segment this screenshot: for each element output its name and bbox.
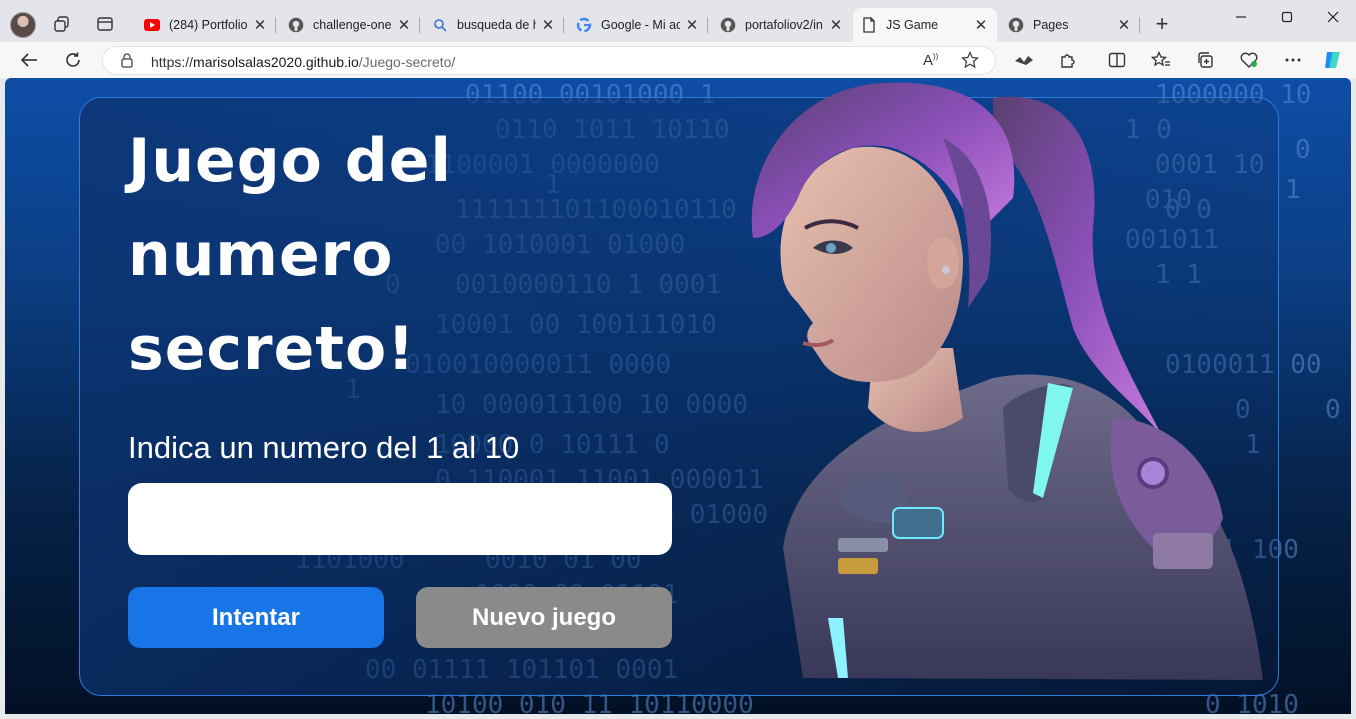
- svg-text:1: 1: [1285, 175, 1301, 205]
- close-tab-icon[interactable]: ✕: [973, 16, 989, 34]
- minimize-icon[interactable]: [1218, 6, 1264, 28]
- github-icon: [720, 17, 736, 33]
- tab-label: Pages: [1033, 18, 1069, 32]
- title-line: secreto!: [128, 314, 416, 384]
- lock-icon[interactable]: [121, 53, 133, 73]
- tab-portafoliov2[interactable]: portafoliov2/in ✕: [712, 8, 852, 42]
- github-icon: [288, 17, 304, 33]
- more-menu-icon[interactable]: [1282, 49, 1304, 71]
- tab-portfolio[interactable]: (284) Portfolio ✕: [136, 8, 276, 42]
- document-icon: [861, 17, 877, 33]
- svg-text:0: 0: [1295, 135, 1311, 165]
- title-line: numero: [128, 220, 394, 290]
- tab-actions-icon[interactable]: [95, 14, 115, 34]
- browser-essentials-icon[interactable]: [1238, 49, 1260, 71]
- extension-bird-icon[interactable]: [1013, 49, 1035, 71]
- close-tab-icon[interactable]: ✕: [540, 16, 556, 34]
- search-icon: [432, 17, 448, 33]
- split-screen-icon[interactable]: [1106, 49, 1128, 71]
- workspaces-icon[interactable]: [52, 14, 72, 34]
- tab-label: (284) Portfolio: [169, 18, 248, 32]
- new-game-button[interactable]: Nuevo juego: [416, 587, 672, 648]
- maximize-icon[interactable]: [1264, 6, 1310, 28]
- read-aloud-icon[interactable]: A)): [923, 52, 938, 69]
- extensions-puzzle-icon[interactable]: [1057, 49, 1079, 71]
- tab-label: Google - Mi ac: [601, 18, 680, 32]
- close-tab-icon[interactable]: ✕: [252, 16, 268, 34]
- svg-text:0: 0: [1325, 395, 1341, 425]
- close-window-icon[interactable]: [1310, 6, 1356, 28]
- tab-label: portafoliov2/in: [745, 18, 823, 32]
- address-bar[interactable]: https://marisolsalas2020.github.io/Juego…: [102, 46, 996, 75]
- copilot-icon[interactable]: [1322, 49, 1344, 71]
- number-input[interactable]: [128, 483, 672, 555]
- page-viewport: 01100 00101000 1 1000000 10 0110 1011 10…: [5, 78, 1351, 714]
- url-text: https://marisolsalas2020.github.io/Juego…: [151, 54, 455, 70]
- tab-google-account[interactable]: Google - Mi ac ✕: [568, 8, 708, 42]
- close-tab-icon[interactable]: ✕: [396, 16, 412, 34]
- new-tab-icon[interactable]: +: [1149, 13, 1175, 35]
- browser-tab-strip: (284) Portfolio ✕ challenge-one- ✕ busqu…: [0, 0, 1356, 42]
- page-title: Juego del numero secreto!: [128, 114, 648, 396]
- tab-label: challenge-one-: [313, 18, 392, 32]
- profile-avatar[interactable]: [10, 12, 36, 38]
- github-icon: [1008, 17, 1024, 33]
- title-line: Juego del: [128, 126, 452, 196]
- url-path: /Juego-secreto/: [358, 54, 456, 70]
- close-tab-icon[interactable]: ✕: [684, 16, 700, 34]
- try-button[interactable]: Intentar: [128, 587, 384, 648]
- tab-label: JS Game: [886, 18, 939, 32]
- browser-toolbar: https://marisolsalas2020.github.io/Juego…: [0, 42, 1356, 78]
- url-protocol: https://: [151, 54, 194, 70]
- url-host: marisolsalas2020.github.io: [193, 54, 359, 70]
- collections-icon[interactable]: [1194, 49, 1216, 71]
- tab-label: busqueda de h: [457, 18, 536, 32]
- refresh-icon[interactable]: [62, 49, 84, 71]
- favorites-icon[interactable]: [1150, 49, 1172, 71]
- close-tab-icon[interactable]: ✕: [828, 16, 844, 34]
- youtube-icon: [144, 17, 160, 33]
- tab-js-game[interactable]: JS Game ✕: [853, 8, 997, 42]
- tab-busqueda[interactable]: busqueda de h ✕: [424, 8, 564, 42]
- back-arrow-icon[interactable]: [18, 49, 40, 71]
- astronaut-girl-illustration: [751, 82, 1263, 680]
- tab-pages[interactable]: Pages ✕: [1000, 8, 1140, 42]
- close-tab-icon[interactable]: ✕: [1116, 16, 1132, 34]
- favorite-star-icon[interactable]: [960, 50, 980, 74]
- instruction-text: Indica un numero del 1 al 10: [128, 430, 520, 465]
- tab-challenge-one[interactable]: challenge-one- ✕: [280, 8, 420, 42]
- google-icon: [576, 17, 592, 33]
